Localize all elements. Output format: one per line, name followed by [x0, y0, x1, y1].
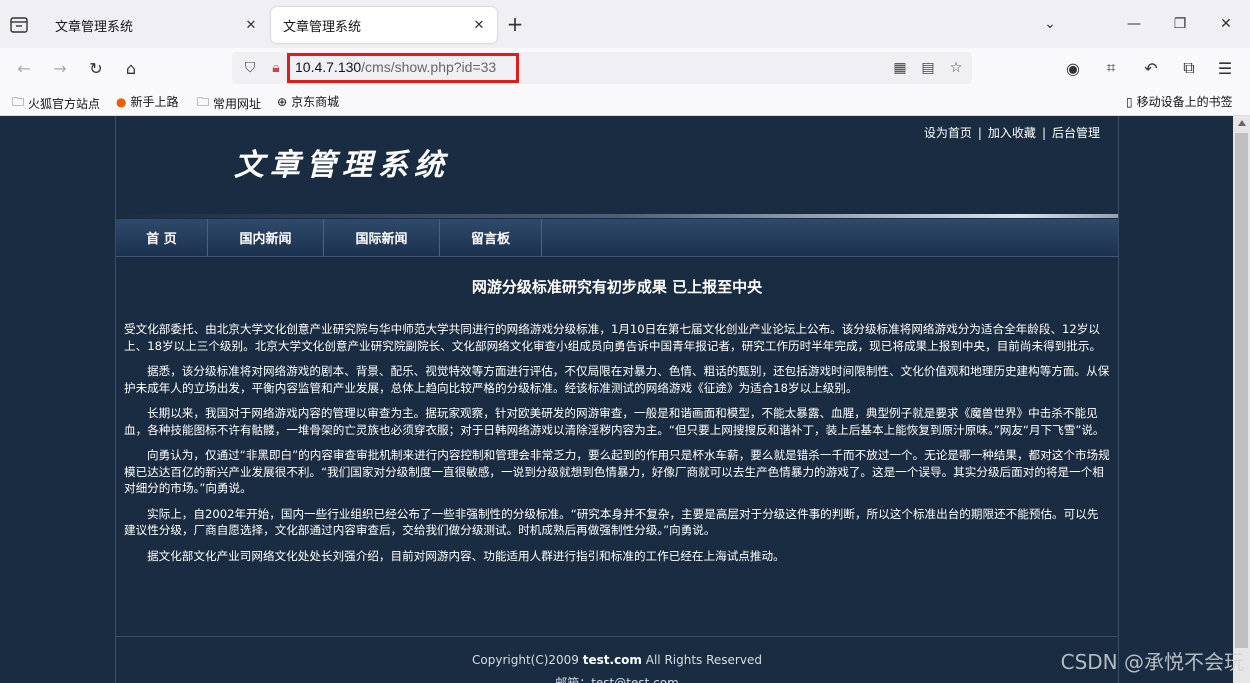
top-links: 设为首页 | 加入收藏 | 后台管理: [924, 124, 1100, 141]
mobile-icon: ▯: [1126, 94, 1133, 109]
bookmark-item[interactable]: 🗀 火狐官方站点: [12, 93, 100, 114]
insecure-lock-icon[interactable]: 🔒︎: [266, 58, 286, 78]
bookmark-item[interactable]: ⊕ 京东商城: [277, 93, 339, 110]
bookmark-label: 新手上路: [130, 95, 179, 109]
menu-item-domestic[interactable]: 国内新闻: [208, 219, 324, 256]
navigation-bar: ← → ↻ ⌂ ⛉ 🔒︎ 10.4.7.130/cms/show.php?id=…: [0, 48, 1250, 88]
admin-link[interactable]: 后台管理: [1052, 126, 1100, 140]
bookmark-label: 常用网址: [213, 97, 262, 111]
shield-icon[interactable]: ⛉: [240, 58, 260, 78]
tab-bar: 文章管理系统 ✕ 文章管理系统 ✕ + ⌄ — ❐ ✕: [0, 0, 1250, 48]
menu-icon[interactable]: ☰: [1213, 56, 1237, 80]
separator: |: [977, 126, 982, 140]
footer-divider: [116, 636, 1118, 637]
watermark: CSDN @承悦不会玩: [1060, 650, 1244, 674]
globe-icon: ⊕: [277, 94, 288, 109]
url-path: /cms/show.php?id=33: [361, 59, 497, 75]
home-icon[interactable]: ⌂: [119, 56, 143, 80]
footer-copyright: Copyright(C)2009 test.com All Rights Res…: [116, 653, 1118, 667]
star-icon[interactable]: ☆: [946, 58, 966, 78]
reload-icon[interactable]: ↻: [84, 56, 108, 80]
article-paragraph: 受文化部委托、由北京大学文化创意产业研究院与华中师范大学共同进行的网络游戏分级标…: [124, 322, 1102, 353]
site-logo: 文章管理系统: [234, 148, 450, 183]
scrollbar[interactable]: [1233, 116, 1250, 683]
restore-icon[interactable]: ❐: [1168, 12, 1192, 36]
bookmark-item[interactable]: 🗀 常用网址: [197, 93, 261, 114]
add-favorite-link[interactable]: 加入收藏: [988, 126, 1036, 140]
tab-list-icon[interactable]: [8, 14, 30, 36]
article-paragraph: 向勇认为，仅通过“非黑即白”的内容审查审批机制来进行内容控制和管理会非常乏力，要…: [124, 448, 1110, 495]
footer-prefix: Copyright(C)2009: [472, 653, 583, 667]
url-bar[interactable]: ⛉ 🔒︎ 10.4.7.130/cms/show.php?id=33 ▦ ▤ ☆: [232, 52, 972, 84]
folder-icon: 🗀: [197, 95, 210, 109]
account-icon[interactable]: ◉: [1061, 56, 1085, 80]
article-title: 网游分级标准研究有初步成果 已上报至中央: [471, 278, 763, 296]
bookmarks-bar: 🗀 火狐官方站点 ● 新手上路 🗀 常用网址 ⊕ 京东商城 ▯ 移动设备上的书签: [0, 88, 1250, 116]
url-host: 10.4.7.130: [295, 59, 362, 75]
qr-code-icon[interactable]: ▦: [890, 58, 910, 78]
firefox-icon: ●: [116, 94, 127, 109]
article-paragraph: 据悉，该分级标准将对网络游戏的剧本、背景、配乐、视觉特效等方面进行评估，不仅局限…: [124, 364, 1110, 395]
close-icon[interactable]: ✕: [241, 15, 261, 35]
tab-title: 文章管理系统: [55, 19, 134, 35]
main-menu: 首 页 国内新闻 国际新闻 留言板: [116, 219, 1118, 257]
footer-email: 邮箱：test@test.com: [555, 676, 679, 683]
menu-item-home[interactable]: 首 页: [116, 219, 208, 256]
extensions-icon[interactable]: ⧉: [1177, 56, 1201, 80]
menu-item-guestbook[interactable]: 留言板: [440, 219, 542, 256]
scrollbar-thumb[interactable]: [1235, 133, 1248, 648]
article-paragraph: 据文化部文化产业司网络文化处处长刘强介绍，目前对网游内容、功能适用人群进行指引和…: [147, 548, 785, 563]
article-body: 受文化部委托、由北京大学文化创意产业研究院与华中师范大学共同进行的网络游戏分级标…: [124, 321, 1110, 573]
header-divider: [116, 214, 1118, 218]
tab-active[interactable]: 文章管理系统 ✕: [271, 7, 497, 43]
scroll-up-icon[interactable]: [1238, 120, 1246, 126]
mobile-bookmarks[interactable]: ▯ 移动设备上的书签: [1126, 93, 1233, 110]
crop-icon[interactable]: ⌗: [1099, 56, 1123, 80]
article-paragraph: 实际上，自2002年开始，国内一些行业组织已经公布了一些非强制性的分级标准。“研…: [124, 506, 1099, 538]
reader-view-icon[interactable]: ▤: [918, 58, 938, 78]
footer-suffix: All Rights Reserved: [641, 653, 762, 667]
footer-domain: test.com: [582, 653, 642, 667]
back-icon[interactable]: ←: [12, 56, 36, 80]
bookmark-label: 京东商城: [291, 95, 340, 109]
close-icon[interactable]: ✕: [469, 15, 489, 35]
forward-icon[interactable]: →: [48, 56, 72, 80]
folder-icon: 🗀: [12, 95, 25, 109]
minimize-icon[interactable]: —: [1122, 12, 1146, 36]
close-window-icon[interactable]: ✕: [1214, 12, 1238, 36]
set-homepage-link[interactable]: 设为首页: [924, 126, 972, 140]
undo-icon[interactable]: ↶: [1139, 56, 1163, 80]
tab-title: 文章管理系统: [283, 19, 362, 35]
chevron-down-icon[interactable]: ⌄: [1038, 12, 1062, 36]
bookmark-item[interactable]: ● 新手上路: [116, 93, 179, 110]
bookmark-label: 火狐官方站点: [28, 97, 101, 111]
menu-item-international[interactable]: 国际新闻: [324, 219, 440, 256]
article-paragraph: 长期以来，我国对于网络游戏内容的管理以审查为主。据玩家观察，针对欧美研发的网游审…: [124, 406, 1105, 437]
site-container: 设为首页 | 加入收藏 | 后台管理 文章管理系统 首 页 国内新闻 国际新闻 留言板 …: [115, 116, 1119, 683]
separator: |: [1041, 126, 1046, 140]
url-text[interactable]: 10.4.7.130/cms/show.php?id=33: [295, 59, 496, 75]
page-content: 设为首页 | 加入收藏 | 后台管理 文章管理系统 首 页 国内新闻 国际新闻 留言板 …: [0, 116, 1250, 683]
bookmark-label: 移动设备上的书签: [1136, 95, 1233, 109]
tab-inactive[interactable]: 文章管理系统 ✕: [43, 7, 269, 43]
new-tab-icon[interactable]: +: [505, 12, 525, 36]
